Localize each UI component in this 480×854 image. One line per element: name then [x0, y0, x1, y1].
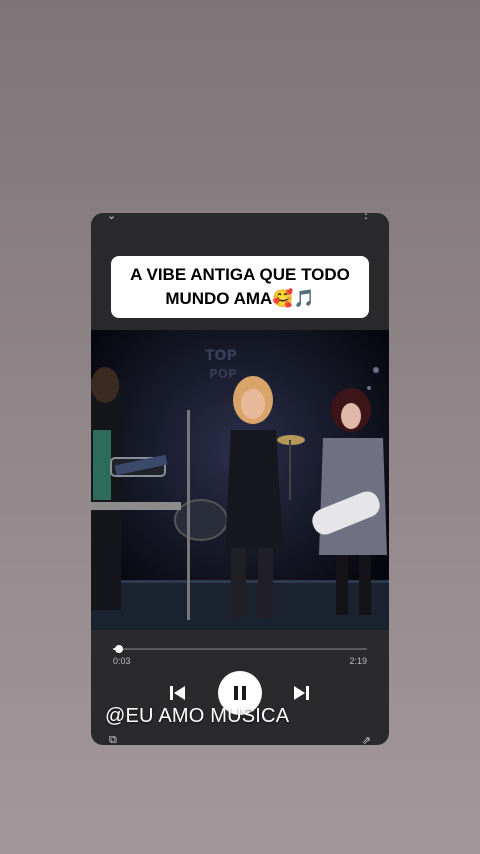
progress-knob[interactable]: [114, 645, 123, 653]
caption-box: A VIBE ANTIGA QUE TODO MUNDO AMA🥰🎵: [111, 256, 369, 318]
total-time: 2:19: [349, 656, 367, 666]
skip-next-button[interactable]: [292, 685, 310, 701]
caption-icon[interactable]: ⧉: [109, 734, 117, 745]
watermark-text: @EU AMO MUSICA: [105, 705, 290, 727]
caption-line-1: A VIBE ANTIGA QUE TODO: [130, 265, 350, 284]
music-card: ⌄ ⋮ A VIBE ANTIGA QUE TODO MUNDO AMA🥰🎵 T…: [91, 213, 389, 745]
caption-line-2: MUNDO AMA🥰🎵: [165, 289, 315, 308]
video-frame[interactable]: TOP POP: [91, 330, 389, 630]
more-icon[interactable]: ⋮: [360, 213, 373, 221]
skip-previous-icon: [170, 686, 185, 700]
svg-text:TOP: TOP: [205, 348, 237, 364]
skip-next-icon: [294, 686, 309, 700]
skip-previous-button[interactable]: [169, 685, 187, 701]
pause-icon: [234, 686, 246, 700]
current-time: 0:03: [113, 656, 131, 666]
concert-scene: TOP POP: [91, 330, 389, 630]
progress-bar[interactable]: [113, 645, 367, 653]
chevron-down-icon[interactable]: ⌄: [107, 213, 116, 222]
progress-track: [113, 648, 367, 650]
share-icon[interactable]: ⇗: [362, 734, 371, 745]
svg-text:POP: POP: [209, 367, 237, 381]
